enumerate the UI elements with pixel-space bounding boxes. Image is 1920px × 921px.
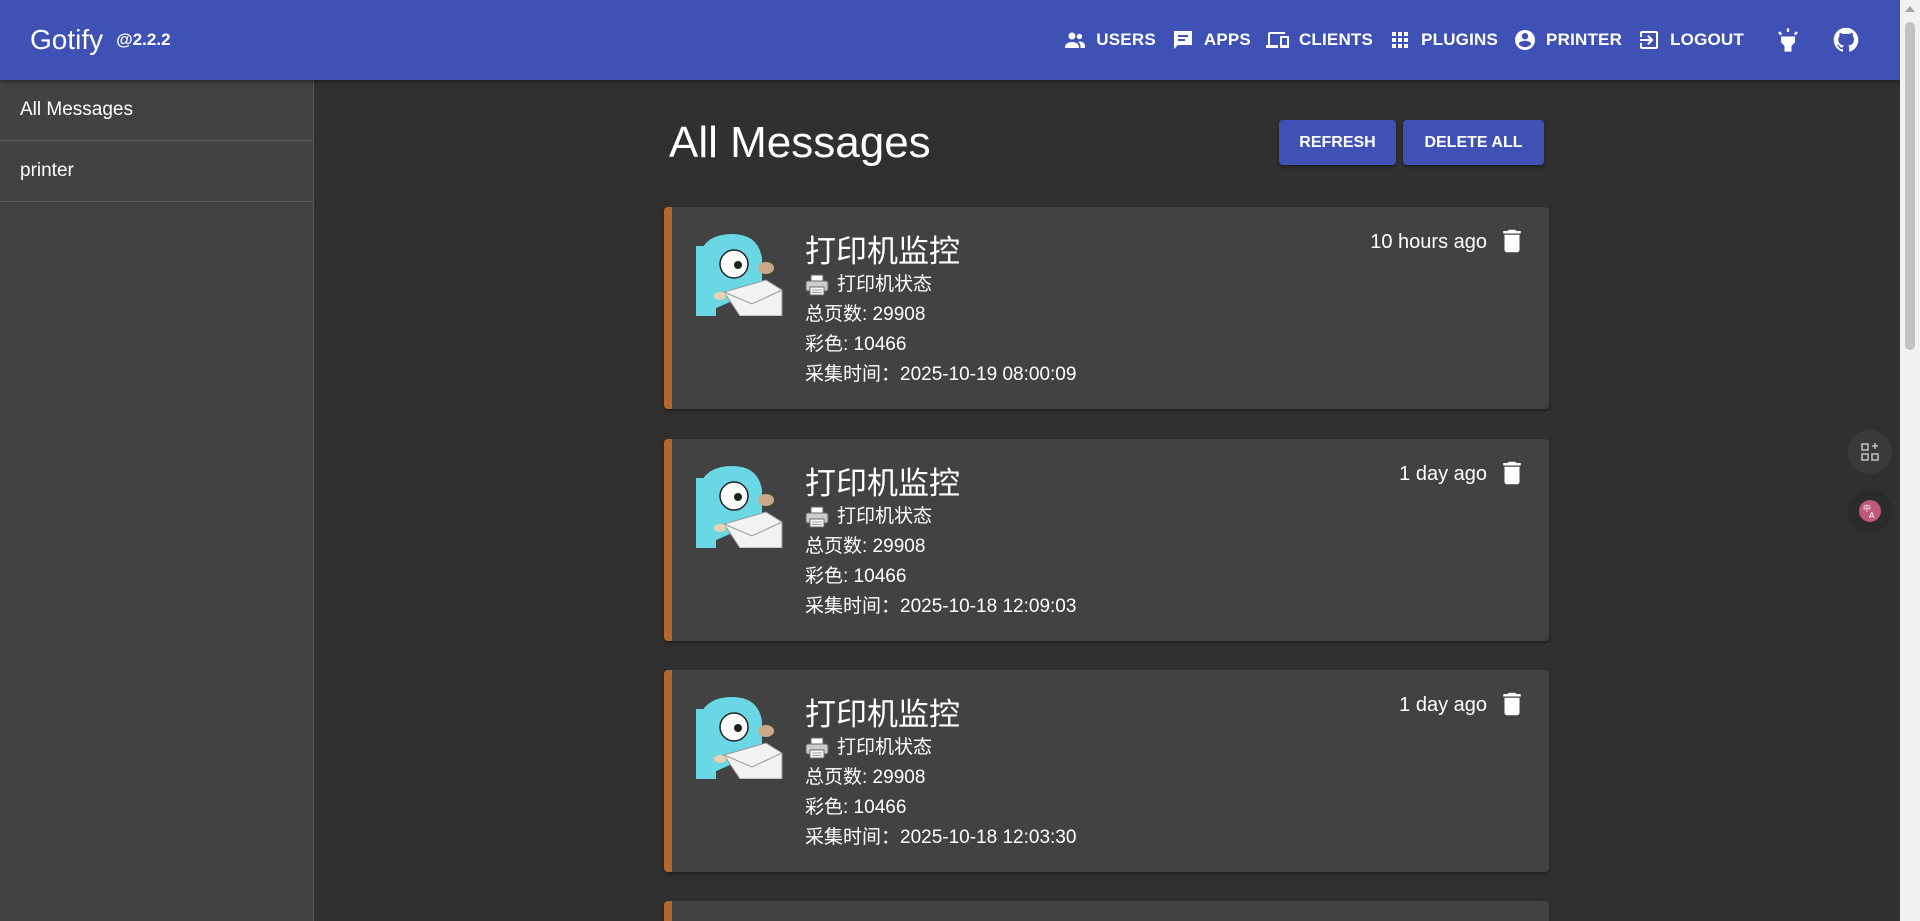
message-color-pages: 彩色: 10466: [805, 566, 907, 587]
page-scrollbar[interactable]: [1900, 0, 1920, 921]
message-body: 打印机状态 总页数: 29908 彩色: 10466 采集时间：2025-10-…: [805, 733, 1076, 853]
message-time: 10 hours ago: [1370, 231, 1487, 253]
message-body: 打印机状态 总页数: 29908 彩色: 10466 采集时间：2025-10-…: [805, 502, 1076, 622]
message-title: 打印机监控: [805, 697, 960, 732]
gopher-avatar-icon: [696, 234, 783, 316]
nav-logout-label: LOGOUT: [1670, 30, 1744, 49]
message-status: 打印机状态: [837, 506, 933, 527]
message-card: 打印机监控 1 day ago 打印机状态 总页数: 29908 彩色: 104…: [664, 439, 1549, 641]
message-time: 1 day ago: [1399, 694, 1487, 716]
nav-printer-account[interactable]: PRINTER: [1513, 28, 1622, 52]
top-nav: USERS APPS CLIENTS PLUGINS PRINTER LOGOU…: [1048, 0, 1860, 80]
github-link[interactable]: [1832, 26, 1860, 54]
message-card-partial: [664, 901, 1549, 921]
message-card: 打印机监控 1 day ago 打印机状态 总页数: 29908 彩色: 104…: [664, 670, 1549, 872]
scroll-up-arrow-icon[interactable]: [1905, 6, 1915, 12]
nav-clients-label: CLIENTS: [1298, 30, 1374, 49]
page-title: All Messages: [669, 118, 931, 167]
nav-printer-label: PRINTER: [1546, 30, 1623, 49]
gopher-avatar-icon: [696, 697, 783, 779]
message-title: 打印机监控: [805, 466, 960, 501]
nav-clients[interactable]: CLIENTS: [1265, 28, 1374, 52]
message-time: 1 day ago: [1399, 463, 1487, 485]
message-collected-time: 采集时间：2025-10-19 08:00:09: [805, 364, 1077, 385]
scrollbar-thumb[interactable]: [1905, 22, 1915, 350]
extension-grid-button[interactable]: [1848, 430, 1892, 474]
refresh-button[interactable]: REFRESH: [1279, 120, 1396, 165]
sidebar-item-printer[interactable]: printer: [0, 141, 313, 202]
account-circle-icon: [1515, 30, 1536, 50]
printer-emoji-icon: [805, 737, 829, 759]
svg-text:A: A: [1869, 511, 1875, 520]
delete-message-icon[interactable]: [1497, 689, 1527, 719]
message-color-pages: 彩色: 10466: [805, 334, 907, 355]
app-brand[interactable]: Gotify: [30, 24, 103, 56]
printer-emoji-icon: [805, 506, 829, 528]
logout-icon: [1640, 31, 1659, 49]
message-total-pages: 总页数: 29908: [805, 536, 926, 557]
translate-icon: 中A: [1859, 500, 1881, 522]
sparkle-grid-icon: [1861, 443, 1879, 461]
gopher-avatar-icon: [696, 466, 783, 548]
theme-toggle-button[interactable]: [1774, 26, 1802, 54]
nav-plugins-label: PLUGINS: [1421, 30, 1499, 49]
nav-logout[interactable]: LOGOUT: [1637, 28, 1744, 52]
highlight-icon: [1778, 28, 1798, 52]
message-body: 打印机状态 总页数: 29908 彩色: 10466 采集时间：2025-10-…: [805, 270, 1076, 390]
nav-users-label: USERS: [1096, 30, 1156, 49]
message-title: 打印机监控: [805, 234, 960, 269]
delete-all-button[interactable]: DELETE ALL: [1403, 120, 1544, 165]
message-status: 打印机状态: [837, 737, 933, 758]
message-color-pages: 彩色: 10466: [805, 797, 907, 818]
apps-grid-icon: [1392, 32, 1409, 48]
message-status: 打印机状态: [837, 274, 933, 295]
message-collected-time: 采集时间：2025-10-18 12:09:03: [805, 596, 1077, 617]
translate-button[interactable]: 中A: [1848, 489, 1892, 533]
message-card: 打印机监控 10 hours ago 打印机状态 总页数: 29908 彩色: …: [664, 207, 1549, 409]
printer-emoji-icon: [805, 274, 829, 296]
nav-users[interactable]: USERS: [1063, 28, 1156, 52]
app-bar: Gotify @2.2.2 USERS APPS CLIENTS PLUGINS…: [0, 0, 1900, 80]
sidebar: All Messages printer: [0, 80, 314, 921]
users-icon: [1065, 32, 1086, 48]
delete-message-icon[interactable]: [1497, 458, 1527, 488]
devices-icon: [1265, 32, 1289, 48]
chat-icon: [1173, 31, 1192, 49]
app-version: @2.2.2: [116, 30, 171, 49]
nav-apps-label: APPS: [1203, 30, 1251, 49]
sidebar-item-all-messages[interactable]: All Messages: [0, 80, 313, 141]
message-total-pages: 总页数: 29908: [805, 767, 926, 788]
nav-plugins[interactable]: PLUGINS: [1388, 28, 1498, 52]
message-total-pages: 总页数: 29908: [805, 304, 926, 325]
delete-message-icon[interactable]: [1497, 226, 1527, 256]
nav-apps[interactable]: APPS: [1171, 28, 1251, 52]
github-icon: [1833, 27, 1859, 52]
message-collected-time: 采集时间：2025-10-18 12:03:30: [805, 827, 1077, 848]
